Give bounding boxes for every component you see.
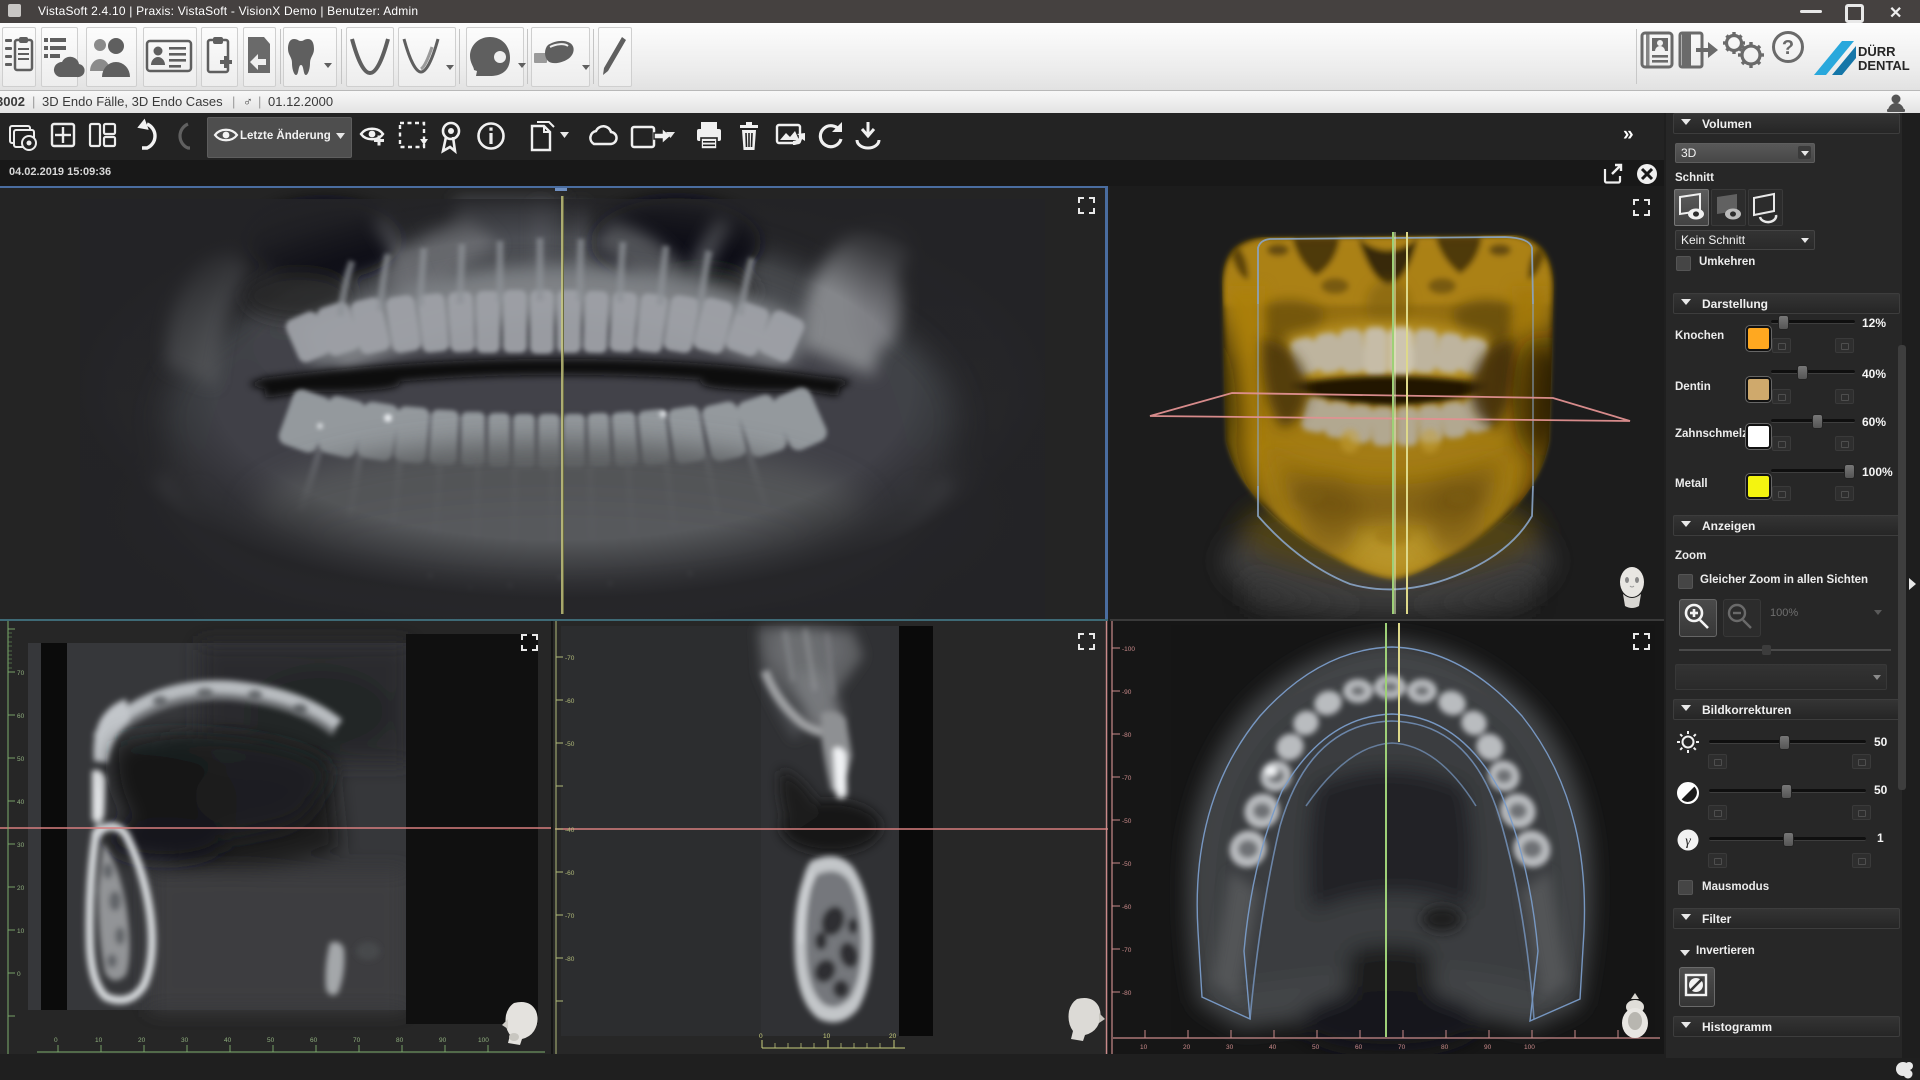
svg-text:50: 50 — [267, 1037, 275, 1044]
svg-text:-40: -40 — [565, 827, 575, 834]
svg-text:40: 40 — [17, 799, 25, 806]
svg-text:40: 40 — [224, 1037, 232, 1044]
svg-text:90: 90 — [439, 1037, 447, 1044]
svg-text:-90: -90 — [1122, 689, 1132, 696]
svg-text:10: 10 — [1140, 1044, 1148, 1051]
svg-text:-60: -60 — [1122, 904, 1132, 911]
svg-text:70: 70 — [1398, 1044, 1406, 1051]
svg-text:50: 50 — [1312, 1044, 1320, 1051]
svg-text:?: ? — [1782, 37, 1794, 59]
svg-text:-80: -80 — [565, 956, 575, 963]
svg-text:50: 50 — [17, 756, 25, 763]
svg-text:10: 10 — [823, 1033, 831, 1040]
svg-text:80: 80 — [396, 1037, 404, 1044]
svg-text:-80: -80 — [1122, 732, 1132, 739]
svg-text:60: 60 — [17, 713, 25, 720]
svg-text:10: 10 — [17, 928, 25, 935]
svg-text:70: 70 — [17, 670, 25, 677]
svg-text:60: 60 — [1355, 1044, 1363, 1051]
svg-text:γ: γ — [1685, 834, 1691, 849]
svg-text:80: 80 — [1441, 1044, 1449, 1051]
svg-text:20: 20 — [17, 885, 25, 892]
svg-text:-70: -70 — [1122, 775, 1132, 782]
svg-text:90: 90 — [1484, 1044, 1492, 1051]
svg-text:10: 10 — [95, 1037, 103, 1044]
svg-text:30: 30 — [181, 1037, 189, 1044]
svg-text:100: 100 — [1524, 1044, 1535, 1051]
svg-text:30: 30 — [17, 842, 25, 849]
svg-text:-70: -70 — [565, 913, 575, 920]
svg-text:30: 30 — [1226, 1044, 1234, 1051]
svg-text:60: 60 — [310, 1037, 318, 1044]
svg-text:0: 0 — [17, 971, 21, 978]
svg-text:-100: -100 — [1122, 646, 1135, 653]
svg-text:-50: -50 — [565, 741, 575, 748]
svg-text:0: 0 — [759, 1033, 763, 1040]
svg-text:100: 100 — [478, 1037, 489, 1044]
svg-text:-70: -70 — [565, 655, 575, 662]
svg-text:-50: -50 — [1122, 861, 1132, 868]
svg-text:-50: -50 — [1122, 818, 1132, 825]
svg-text:0: 0 — [54, 1037, 58, 1044]
svg-text:20: 20 — [138, 1037, 146, 1044]
svg-text:20: 20 — [889, 1033, 897, 1040]
svg-text:DÜRR: DÜRR — [1858, 44, 1896, 59]
svg-text:-70: -70 — [1122, 947, 1132, 954]
svg-text:-60: -60 — [565, 698, 575, 705]
svg-text:40: 40 — [1269, 1044, 1277, 1051]
svg-text:-60: -60 — [565, 870, 575, 877]
svg-text:DENTAL: DENTAL — [1858, 58, 1910, 73]
svg-text:-80: -80 — [1122, 990, 1132, 997]
svg-text:20: 20 — [1183, 1044, 1191, 1051]
svg-text:70: 70 — [353, 1037, 361, 1044]
